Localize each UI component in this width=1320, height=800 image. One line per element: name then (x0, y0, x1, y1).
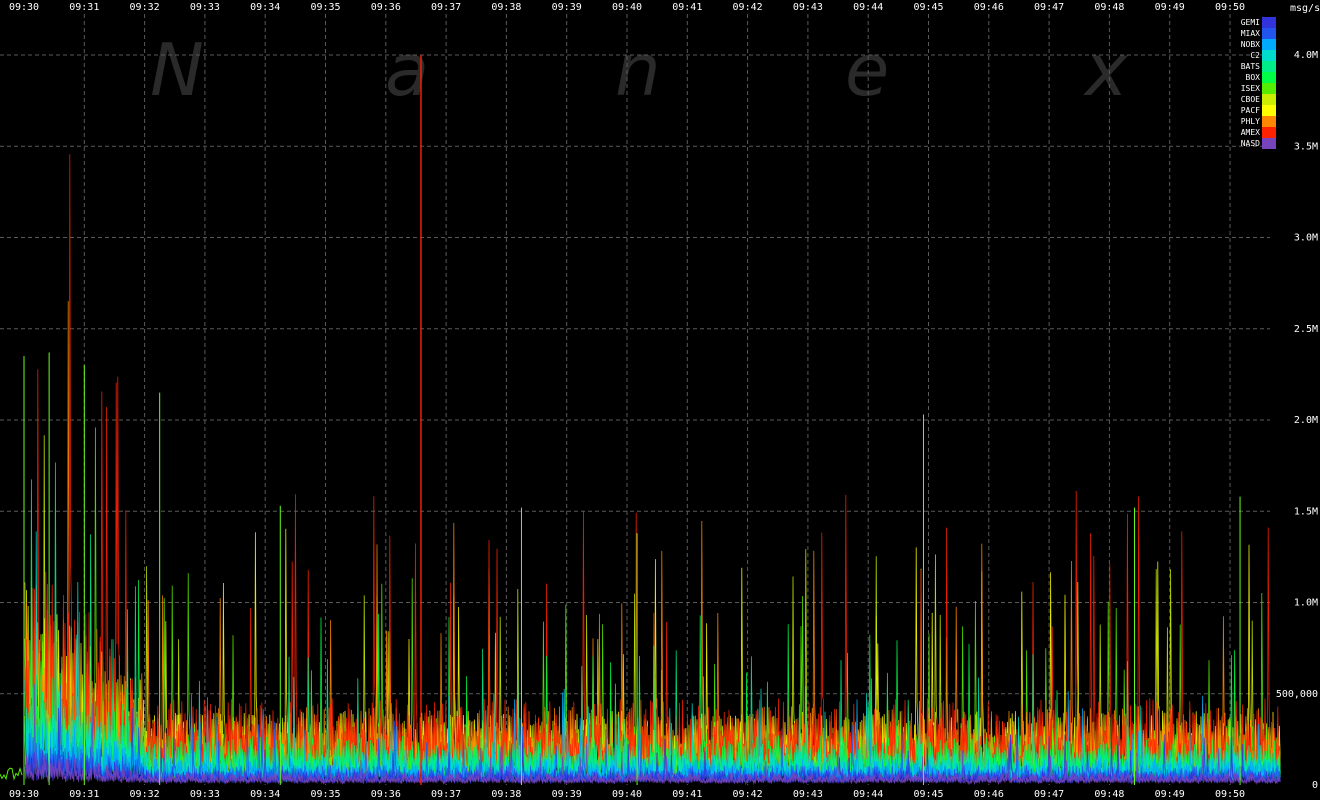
legend-swatch (1262, 127, 1276, 138)
y-tick-label: 1.5M (1294, 506, 1318, 517)
y-tick-label: 2.5M (1294, 324, 1318, 335)
market-data-chart: Nanex 09:30 09:31 09:32 09:33 09:34 09:35 09:3… (0, 2, 1320, 800)
legend-swatch (1262, 39, 1276, 50)
x-tick-label: 09:40 (612, 2, 642, 13)
legend-swatch (1262, 72, 1276, 83)
legend-label: PHLY (1241, 117, 1260, 126)
watermark-letter: a (385, 28, 429, 112)
legend-swatch (1262, 50, 1276, 61)
y-tick-label: 3.5M (1294, 141, 1318, 152)
watermark-letter: n (615, 28, 661, 112)
y-tick-label: 3.0M (1294, 233, 1318, 244)
legend-swatch (1262, 105, 1276, 116)
legend-label: AMEX (1241, 128, 1260, 137)
legend-swatch (1262, 61, 1276, 72)
legend: GEMI MIAX NOBX C2 BATS BOX ISEX CBOE PACF PHLY AME… (1241, 17, 1276, 149)
legend-swatch (1262, 138, 1276, 149)
x-tick-label: 09:33 (190, 2, 220, 13)
x-tick-label: 09:37 (431, 2, 461, 13)
watermark-letter: x (1083, 28, 1129, 112)
pre-open-trace (0, 766, 23, 781)
legend-label: GEMI (1241, 18, 1260, 27)
x-tick-label: 09:49 (1155, 2, 1185, 13)
y-tick-label: 1.0M (1294, 598, 1318, 609)
legend-label: NOBX (1241, 40, 1260, 49)
y-tick-label: 2.0M (1294, 415, 1318, 426)
x-tick-label: 09:39 (552, 2, 582, 13)
x-tick-label: 09:50 (1215, 789, 1245, 800)
watermark-letter: N (150, 28, 204, 112)
x-tick-label: 09:45 (913, 2, 943, 13)
x-tick-label: 09:36 (371, 2, 401, 13)
x-tick-label: 09:46 (974, 789, 1004, 800)
legend-label: MIAX (1241, 29, 1260, 38)
x-tick-label: 09:47 (1034, 2, 1064, 13)
x-axis-top: 09:30 09:31 09:32 09:33 09:34 09:35 09:36 09:37… (9, 2, 1245, 13)
y-tick-label: 4.0M (1294, 50, 1318, 61)
x-tick-label: 09:32 (130, 2, 160, 13)
x-tick-label: 09:41 (672, 789, 702, 800)
x-tick-label: 09:50 (1215, 2, 1245, 13)
x-tick-label: 09:38 (491, 789, 521, 800)
x-tick-label: 09:41 (672, 2, 702, 13)
x-tick-label: 09:33 (190, 789, 220, 800)
legend-label: ISEX (1241, 84, 1260, 93)
x-tick-label: 09:46 (974, 2, 1004, 13)
x-tick-label: 09:43 (793, 789, 823, 800)
x-tick-label: 09:31 (69, 2, 99, 13)
x-tick-label: 09:35 (310, 789, 340, 800)
x-tick-label: 09:37 (431, 789, 461, 800)
legend-label: CBOE (1241, 95, 1260, 104)
series-trace-amex (24, 154, 1281, 776)
x-tick-label: 09:42 (733, 2, 763, 13)
legend-swatch (1262, 94, 1276, 105)
watermark: Na n e x (150, 28, 1129, 112)
legend-label: NASD (1241, 139, 1260, 148)
legend-label: BATS (1241, 62, 1260, 71)
watermark-letter: e (845, 28, 889, 112)
legend-swatch (1262, 116, 1276, 127)
x-axis-bottom: 09:30 09:31 09:32 09:33 09:34 09:35 09:36 09:37… (9, 789, 1245, 800)
y-axis: 0 500,000 1.0M 1.5M 2.0M 2.5M 3.0M 3.5M 4.0M (1276, 50, 1318, 791)
legend-label: PACF (1241, 106, 1260, 115)
legend-swatch (1262, 83, 1276, 94)
x-tick-label: 09:35 (310, 2, 340, 13)
x-tick-label: 09:32 (130, 789, 160, 800)
y-tick-label: 500,000 (1276, 689, 1318, 700)
x-tick-label: 09:45 (913, 789, 943, 800)
x-tick-label: 09:39 (552, 789, 582, 800)
x-tick-label: 09:34 (250, 789, 280, 800)
x-tick-label: 09:30 (9, 2, 39, 13)
x-tick-label: 09:49 (1155, 789, 1185, 800)
x-tick-label: 09:44 (853, 789, 883, 800)
x-tick-label: 09:34 (250, 2, 280, 13)
legend-swatch (1262, 28, 1276, 39)
x-tick-label: 09:40 (612, 789, 642, 800)
x-tick-label: 09:48 (1094, 789, 1124, 800)
x-tick-label: 09:48 (1094, 2, 1124, 13)
legend-swatch (1262, 17, 1276, 28)
x-tick-label: 09:36 (371, 789, 401, 800)
x-tick-label: 09:31 (69, 789, 99, 800)
y-tick-label: 0 (1312, 780, 1318, 791)
x-tick-label: 09:43 (793, 2, 823, 13)
x-tick-label: 09:42 (733, 789, 763, 800)
legend-label: BOX (1246, 73, 1261, 82)
y-axis-unit: msg/s (1290, 3, 1320, 14)
x-tick-label: 09:38 (491, 2, 521, 13)
x-tick-label: 09:47 (1034, 789, 1064, 800)
x-tick-label: 09:44 (853, 2, 883, 13)
x-tick-label: 09:30 (9, 789, 39, 800)
legend-label: C2 (1250, 51, 1260, 60)
